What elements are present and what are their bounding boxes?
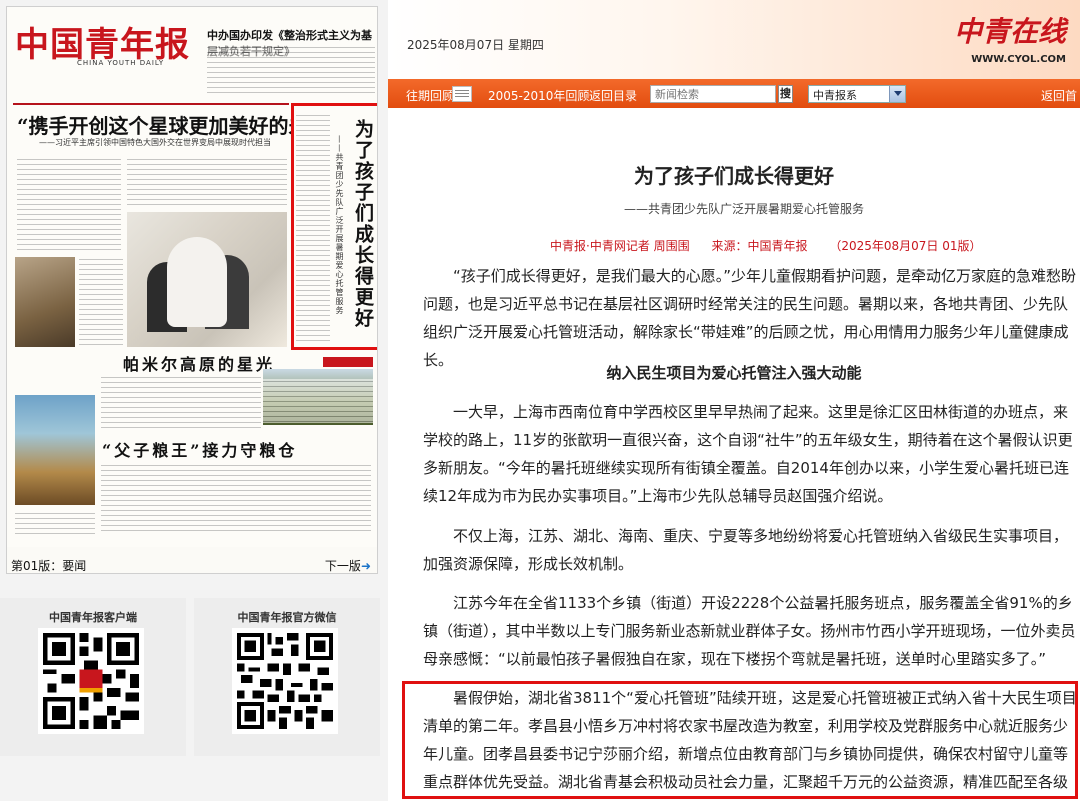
section-tag [323, 357, 373, 367]
search-input[interactable] [650, 85, 776, 103]
selected-article-vertical-title[interactable]: 为了孩子们成长得更好 [352, 119, 374, 329]
article-paragraph-1: “孩子们成长得更好，是我们最大的心愿。”少年儿童假期看护问题，是牵动亿万家庭的急… [423, 267, 1077, 369]
qr-code-wechat-icon [232, 628, 338, 734]
article-paragraph-3: 不仅上海，江苏、湖北、海南、重庆、宁夏等多地纷纷将爱心托管班纳入省级民生实事项目… [423, 527, 1069, 573]
lead-article-text[interactable] [207, 45, 375, 97]
article-title: 为了孩子们成长得更好 [634, 164, 834, 188]
next-page-label: 下一版 [324, 559, 361, 573]
nav-archive-2005-2010[interactable]: 2005-2010年回顾 [488, 87, 589, 104]
plateau-caption-text [15, 511, 95, 537]
qr-title-wechat: 中国青年报官方微信 [237, 611, 337, 624]
publication-select-value: 中青报系 [813, 89, 857, 102]
paragraph-highlight-box [402, 681, 1078, 799]
search-button[interactable]: 搜 [778, 85, 793, 103]
column-text[interactable] [79, 257, 123, 347]
qr-card-app: 中国青年报客户端 [0, 598, 186, 756]
article-paragraph-2: 一大早，上海市西南位育中学西校区里早早热闹了起来。这里是徐汇区田林街道的办班点，… [423, 403, 1073, 505]
site-url: WWW.CYOL.COM [971, 54, 1066, 65]
selected-article-vertical-subtitle: ——共青团少先队广泛开展暑期爱心托管服务 [335, 135, 344, 315]
nav-home[interactable]: 返回首 [1041, 87, 1077, 104]
page-label: 第01版：要闻 [11, 559, 87, 573]
article-meta: 中青报·中青网记者 周围围 来源：中国青年报 （2025年08月07日 01版） [550, 237, 999, 254]
qr-code-panel: 中国青年报客户端 中国青年报官方微信 [0, 598, 380, 756]
issue-date: 2025年08月07日 星期四 [407, 38, 544, 52]
publication-select[interactable]: 中青报系 [808, 85, 906, 103]
next-page-link[interactable]: 下一版➜ [324, 557, 371, 573]
article-source: 来源：中国青年报 [711, 239, 808, 253]
site-logo[interactable]: 中青在线 [954, 10, 1066, 50]
arrow-right-icon: ➜ [360, 559, 371, 573]
selected-article-text[interactable] [296, 113, 330, 343]
newspaper-page-image[interactable]: 中国青年报 CHINA YOUTH DAILY 中办国办印发《整治形式主义为基层… [7, 7, 377, 547]
newspaper-page-thumbnail[interactable]: 中国青年报 CHINA YOUTH DAILY 中办国办印发《整治形式主义为基层… [6, 6, 378, 574]
masthead-rule [13, 103, 289, 105]
calendar-icon[interactable] [452, 86, 472, 102]
page-navigation: 第01版：要闻 下一版➜ [7, 553, 377, 573]
left-panel: 中国青年报 CHINA YOUTH DAILY 中办国办印发《整治形式主义为基层… [0, 0, 388, 801]
article-date: （2025年08月07日 01版） [829, 239, 982, 253]
side-article-text[interactable] [263, 379, 373, 423]
top-subhead: ——习近平主席引领中国特色大国外交在世界变局中展现时代担当 [39, 138, 271, 147]
top-article-text[interactable] [17, 157, 121, 252]
section-headline-grain[interactable]: “父子粮王”接力守粮仓 [102, 437, 297, 461]
news-photo-children[interactable] [127, 212, 287, 347]
qr-card-wechat: 中国青年报官方微信 [194, 598, 380, 756]
site-banner: 2025年08月07日 星期四 中青在线 WWW.CYOL.COM [388, 0, 1080, 79]
nav-bar: 往期回顾 2005-2010年回顾 返回目录 搜 中青报系 返回首 [388, 79, 1080, 108]
top-article-text-2[interactable] [127, 157, 287, 207]
article-paragraph-4: 江苏今年在全省1133个乡镇（街道）开设2228个公益暑托服务班点，服务覆盖全省… [423, 594, 1076, 668]
qr-title-app: 中国青年报客户端 [49, 611, 137, 624]
news-photo-cafe[interactable] [15, 257, 75, 347]
article-subtitle: ——共青团少先队广泛开展暑期爱心托管服务 [623, 202, 864, 216]
nav-past-issues[interactable]: 往期回顾 [406, 87, 454, 104]
newspaper-masthead-en: CHINA YOUTH DAILY [77, 59, 165, 67]
grain-article-text[interactable] [101, 463, 371, 533]
pamir-article-text[interactable] [101, 375, 261, 431]
nav-back-to-toc[interactable]: 返回目录 [589, 87, 637, 104]
chevron-down-icon[interactable] [889, 86, 905, 102]
article-author: 中青报·中青网记者 周围围 [550, 239, 690, 253]
article-section-heading: 纳入民生项目为爱心托管注入强大动能 [606, 364, 862, 382]
section-headline-pamir[interactable]: 帕米尔高原的星光 [123, 351, 275, 375]
qr-code-app-icon [38, 628, 144, 734]
news-photo-plateau[interactable] [15, 395, 95, 505]
